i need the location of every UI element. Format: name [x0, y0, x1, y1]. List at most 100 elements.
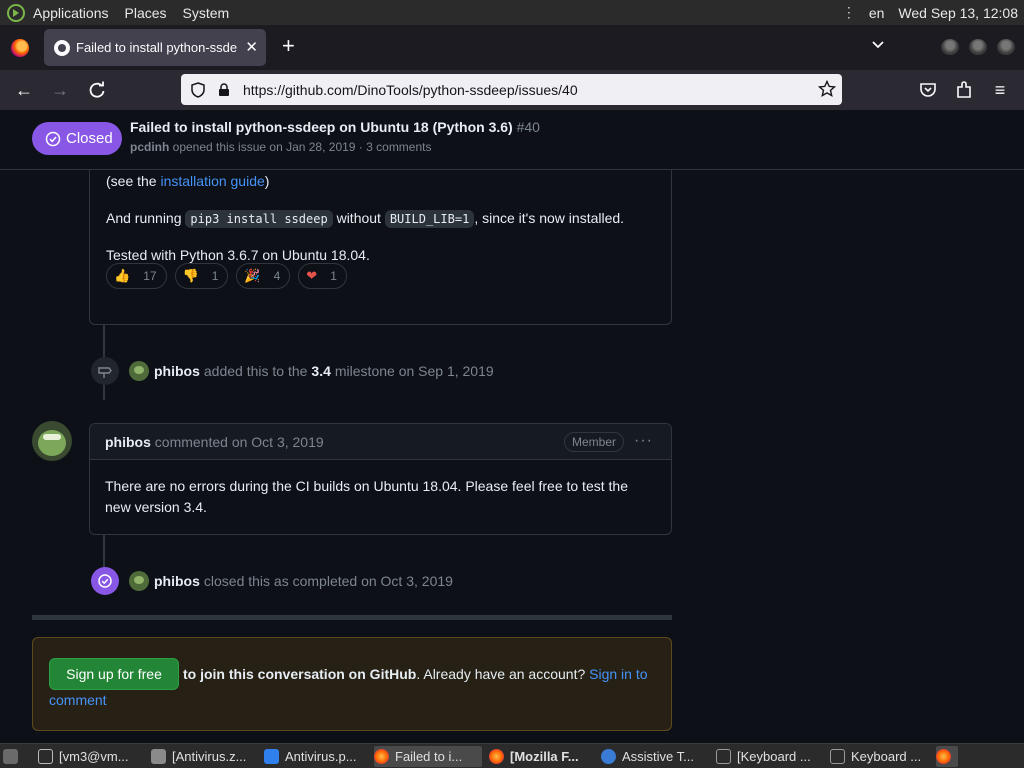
- taskbar-label: [Mozilla F...: [510, 749, 579, 764]
- firefox-icon: [489, 749, 504, 764]
- signup-text: to join this conversation on GitHub. Alr…: [183, 666, 648, 682]
- maximize-button[interactable]: [969, 39, 987, 55]
- taskbar-item-assistive[interactable]: Assistive T...: [601, 746, 707, 767]
- reaction-count: 1: [330, 269, 337, 283]
- keyboard-language[interactable]: en: [869, 5, 885, 21]
- installation-guide-link[interactable]: installation guide: [160, 173, 264, 189]
- taskbar-label: Failed to i...: [395, 749, 463, 764]
- tab-list-chevron-down-icon[interactable]: [871, 38, 885, 52]
- issue-state-badge: Closed: [32, 122, 122, 155]
- tab-close-icon[interactable]: ✕: [245, 38, 258, 56]
- taskbar-item-firefox-small[interactable]: [936, 746, 958, 767]
- firefox-icon: [936, 749, 951, 764]
- reaction-thumbs-down[interactable]: 👎 1: [174, 263, 229, 289]
- extensions-puzzle-icon[interactable]: [953, 79, 975, 101]
- signup-plain-text: . Already have an account?: [416, 666, 590, 682]
- system-menu[interactable]: System: [183, 5, 230, 21]
- reaction-thumbs-up[interactable]: 👍 17: [106, 263, 167, 289]
- comment-card: phibos commented on Oct 3, 2019 Member ·…: [89, 423, 672, 535]
- new-tab-plus-icon[interactable]: +: [282, 35, 295, 57]
- issue-author-link[interactable]: pcdinh: [130, 140, 169, 154]
- window-controls: [941, 39, 1015, 55]
- issue-title-text: Failed to install python-ssdeep on Ubunt…: [130, 119, 513, 135]
- keyboard-icon: [716, 749, 731, 764]
- milestone-link[interactable]: 3.4: [311, 363, 330, 379]
- url-bar[interactable]: https://github.com/DinoTools/python-ssde…: [181, 74, 842, 105]
- taskbar-item-firefox-active[interactable]: Failed to i...: [374, 746, 482, 767]
- comment-author-line: phibos commented on Oct 3, 2019: [105, 434, 324, 450]
- taskbar-item-archive[interactable]: [Antivirus.z...: [151, 746, 256, 767]
- overflow-dots-icon[interactable]: ⋮: [842, 4, 856, 21]
- taskbar-item-keyboard-2[interactable]: Keyboard ...: [830, 746, 932, 767]
- accessibility-icon: [601, 749, 616, 764]
- milestone-event: phibos added this to the 3.4 milestone o…: [91, 357, 494, 385]
- firefox-icon[interactable]: [11, 38, 29, 57]
- comment-line: Tested with Python 3.6.7 on Ubuntu 18.04…: [106, 247, 370, 263]
- event-actor-link[interactable]: phibos: [154, 363, 200, 379]
- pocket-icon[interactable]: [917, 79, 939, 101]
- bookmark-star-icon[interactable]: [818, 80, 836, 98]
- issue-state-label: Closed: [66, 130, 113, 147]
- reaction-count: 1: [211, 269, 219, 283]
- back-arrow-icon[interactable]: ←: [13, 79, 35, 101]
- reaction-hooray[interactable]: 🎉 4: [236, 263, 291, 289]
- github-favicon-icon: [54, 39, 70, 56]
- avatar[interactable]: [32, 421, 72, 461]
- text: (see the: [106, 173, 161, 189]
- reload-icon[interactable]: [86, 79, 108, 101]
- os-logo-icon[interactable]: [7, 3, 25, 22]
- signup-prompt: Sign up for free to join this conversati…: [32, 637, 672, 731]
- places-menu[interactable]: Places: [125, 5, 167, 21]
- taskbar-item-vscode[interactable]: Antivirus.p...: [264, 746, 368, 767]
- browser-tab-active[interactable]: Failed to install python-ssde ✕: [44, 29, 266, 66]
- comment-line: And running pip3 install ssdeep without …: [106, 210, 624, 228]
- sign-in-link[interactable]: Sign in to: [589, 666, 647, 682]
- comment-header: phibos commented on Oct 3, 2019 Member ·…: [90, 424, 671, 460]
- keyboard-icon: [830, 749, 845, 764]
- minimize-button[interactable]: [941, 39, 959, 55]
- taskbar-label: [Antivirus.z...: [172, 749, 247, 764]
- taskbar-item-terminal[interactable]: [vm3@vm...: [38, 746, 150, 767]
- event-actor-link[interactable]: phibos: [154, 573, 200, 589]
- timeline-end-divider: [32, 615, 672, 620]
- avatar[interactable]: [129, 571, 149, 591]
- close-window-button[interactable]: [997, 39, 1015, 55]
- sign-in-link-continued[interactable]: comment: [49, 692, 107, 708]
- sign-up-button[interactable]: Sign up for free: [49, 658, 179, 690]
- heart-icon: ❤: [306, 268, 318, 283]
- issue-number: #40: [516, 119, 540, 135]
- terminal-icon: [38, 749, 53, 764]
- tracking-shield-icon[interactable]: [191, 81, 205, 98]
- taskbar-label: [vm3@vm...: [59, 749, 129, 764]
- applications-menu[interactable]: Applications: [33, 5, 109, 21]
- issue-title[interactable]: Failed to install python-ssdeep on Ubunt…: [130, 119, 540, 135]
- text: And running: [106, 210, 186, 226]
- more-options-icon[interactable]: ···: [634, 432, 653, 450]
- reactions-row: 👍 17 👎 1 🎉 4 ❤ 1: [106, 263, 347, 289]
- reaction-count: 17: [143, 269, 157, 283]
- avatar[interactable]: [129, 361, 149, 381]
- reaction-heart[interactable]: ❤ 1: [298, 263, 347, 289]
- hamburger-menu-icon[interactable]: ≡: [989, 79, 1011, 101]
- thumbs-down-icon: 👎: [182, 268, 199, 283]
- desktop-icon: [3, 749, 18, 764]
- check-circle-icon: [45, 131, 61, 146]
- taskbar-item-keyboard-1[interactable]: [Keyboard ...: [716, 746, 822, 767]
- browser-tab-strip: Failed to install python-ssde ✕ +: [0, 25, 1024, 70]
- clock[interactable]: Wed Sep 13, 12:08: [898, 5, 1018, 21]
- issue-meta-text: opened this issue on Jan 28, 2019 · 3 co…: [169, 140, 432, 154]
- os-top-bar: Applications Places System ⋮ en Wed Sep …: [0, 0, 1024, 25]
- url-text[interactable]: https://github.com/DinoTools/python-ssde…: [243, 82, 578, 98]
- show-desktop-button[interactable]: [3, 746, 25, 767]
- comment-line: (see the installation guide): [106, 173, 269, 189]
- taskbar-item-firefox[interactable]: [Mozilla F...: [489, 746, 595, 767]
- comment-author-link[interactable]: phibos: [105, 434, 151, 450]
- firefox-icon: [374, 749, 389, 764]
- comment-timestamp[interactable]: commented on Oct 3, 2019: [151, 434, 324, 450]
- lock-icon[interactable]: [217, 82, 231, 97]
- tab-title: Failed to install python-ssde: [76, 40, 238, 55]
- event-text: added this to the: [203, 363, 308, 379]
- reaction-count: 4: [273, 269, 281, 283]
- taskbar-label: Antivirus.p...: [285, 749, 357, 764]
- forward-arrow-icon[interactable]: →: [49, 79, 71, 101]
